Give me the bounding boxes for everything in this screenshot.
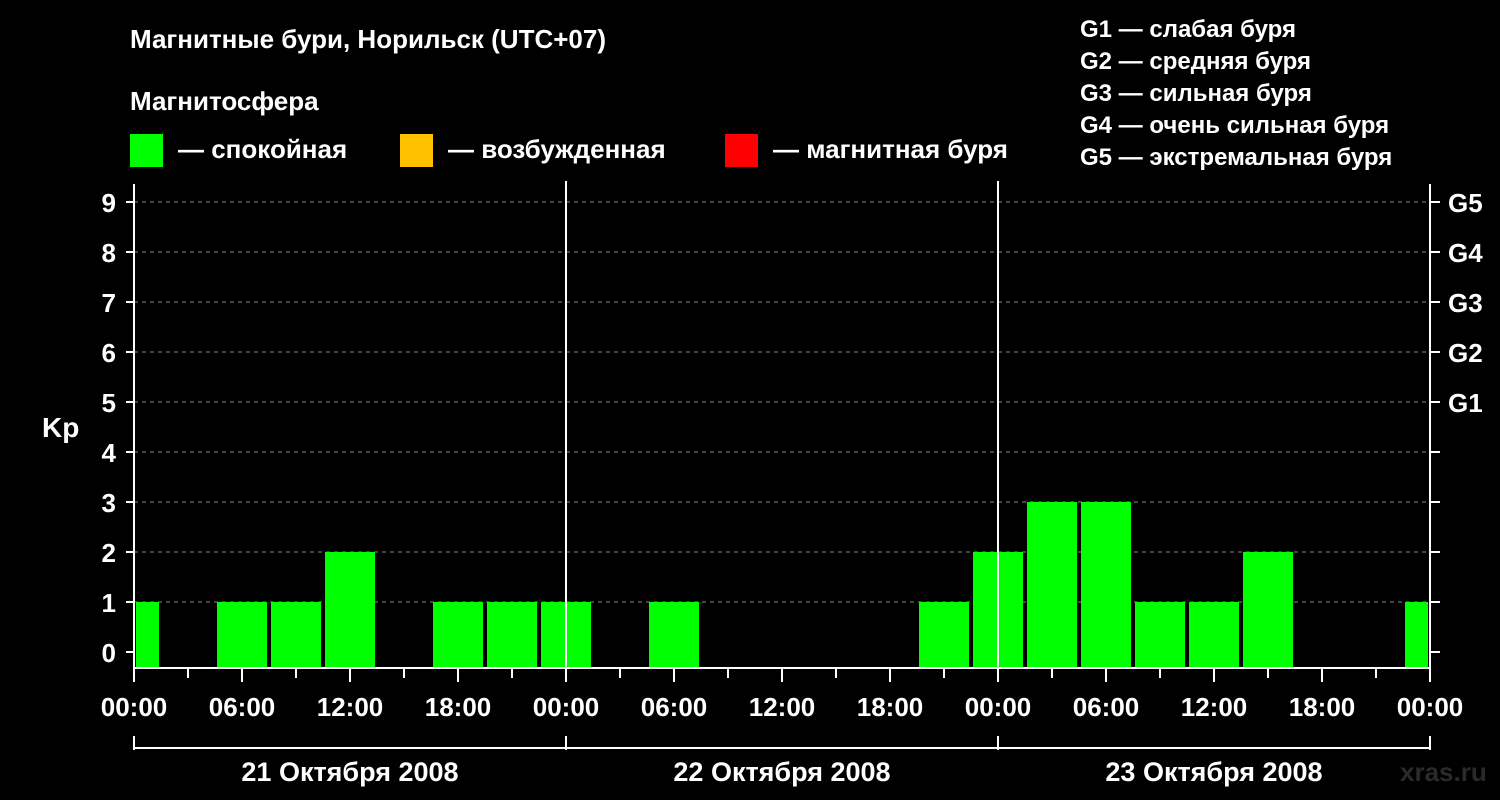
x-tick-label: 12:00 bbox=[749, 692, 816, 722]
day-label: 23 Октября 2008 bbox=[1105, 757, 1322, 787]
day-label: 21 Октября 2008 bbox=[241, 757, 458, 787]
g-level-label: G3 bbox=[1448, 288, 1483, 318]
x-tick-label: 00:00 bbox=[1397, 692, 1464, 722]
y-tick-label: 1 bbox=[102, 588, 116, 618]
y-tick-label: 4 bbox=[102, 438, 117, 468]
kp-bar-chart: 0 1 2 3 4 5 6 7 8 9 G1 G2 G3 G4 G5 00:00 06:00 12:00 18:00… bbox=[101, 181, 1483, 787]
x-tick-label: 06:00 bbox=[641, 692, 708, 722]
x-tick-label: 06:00 bbox=[1073, 692, 1140, 722]
x-tick-label: 00:00 bbox=[965, 692, 1032, 722]
g-level-label: G1 bbox=[1448, 388, 1483, 418]
kp-bar bbox=[433, 602, 483, 668]
g-level-label: G5 bbox=[1448, 188, 1483, 218]
kp-bar bbox=[1027, 502, 1077, 668]
x-tick-label: 18:00 bbox=[857, 692, 924, 722]
kp-bar bbox=[1405, 602, 1428, 668]
x-tick-label: 00:00 bbox=[533, 692, 600, 722]
kp-bar bbox=[1081, 502, 1131, 668]
kp-bar bbox=[1135, 602, 1185, 668]
x-tick-label: 06:00 bbox=[209, 692, 276, 722]
kp-bar bbox=[271, 602, 321, 668]
kp-bar bbox=[649, 602, 699, 668]
x-tick-label: 12:00 bbox=[1181, 692, 1248, 722]
y-tick-label: 0 bbox=[102, 638, 116, 668]
g-level-label: G2 bbox=[1448, 338, 1483, 368]
y-tick-label: 6 bbox=[102, 338, 116, 368]
x-tick-label: 18:00 bbox=[425, 692, 492, 722]
kp-bar bbox=[1189, 602, 1239, 668]
y-tick-label: 5 bbox=[102, 388, 116, 418]
y-tick-label: 8 bbox=[102, 238, 116, 268]
x-tick-label: 00:00 bbox=[101, 692, 168, 722]
kp-bar bbox=[487, 602, 537, 668]
kp-bar bbox=[919, 602, 969, 668]
g-level-label: G4 bbox=[1448, 238, 1483, 268]
day-label: 22 Октября 2008 bbox=[673, 757, 890, 787]
watermark: xras.ru bbox=[1400, 757, 1487, 787]
y-tick-label: 3 bbox=[102, 488, 116, 518]
kp-bar bbox=[325, 552, 375, 668]
y-tick-label: 2 bbox=[102, 538, 116, 568]
x-tick-label: 18:00 bbox=[1289, 692, 1356, 722]
x-tick-label: 12:00 bbox=[317, 692, 384, 722]
y-tick-label: 9 bbox=[102, 188, 116, 218]
y-tick-label: 7 bbox=[102, 288, 116, 318]
kp-bar bbox=[136, 602, 159, 668]
kp-bar bbox=[217, 602, 267, 668]
kp-bar bbox=[1243, 552, 1293, 668]
